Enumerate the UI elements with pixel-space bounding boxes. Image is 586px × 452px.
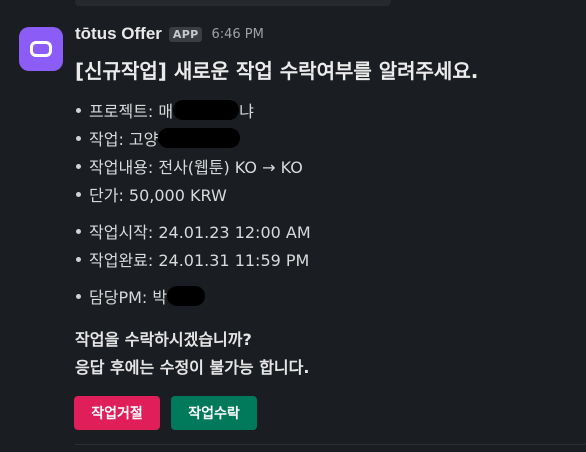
field-content: 작업내용: 전사(웹툰) KO → KO <box>76 155 303 177</box>
confirm-question: 작업을 수락하시겠습니까? <box>75 330 252 349</box>
confirm-notice: 응답 후에는 수정이 불가능 합니다. <box>75 358 310 377</box>
bullet-icon <box>76 228 81 234</box>
app-badge: APP <box>168 26 203 42</box>
field-project: 프로젝트: 매 냐 <box>76 99 254 121</box>
field-end: 작업완료: 24.01.31 11:59 PM <box>76 248 309 270</box>
field-pm: 담당PM: 박 <box>76 285 206 307</box>
app-avatar[interactable] <box>19 27 63 71</box>
field-end-text: 작업완료: 24.01.31 11:59 PM <box>89 251 310 270</box>
message-divider <box>75 444 586 445</box>
field-price: 단가: 50,000 KRW <box>76 183 227 205</box>
field-pm-text: 담당PM: 박 <box>89 288 168 307</box>
field-price-text: 단가: 50,000 KRW <box>89 186 227 205</box>
field-project-text: 프로젝트: 매 <box>89 102 174 121</box>
redaction-mark <box>167 286 206 306</box>
bullet-icon <box>76 191 81 197</box>
redaction-mark <box>173 100 240 120</box>
bullet-icon <box>76 256 81 262</box>
previous-message-edge <box>75 0 391 6</box>
reject-task-button[interactable]: 작업거절 <box>74 396 160 430</box>
field-project-suffix: 냐 <box>239 102 254 121</box>
message-title: [신규작업] 새로운 작업 수락여부를 알려주세요. <box>75 59 479 83</box>
message-header: tōtus Offer APP 6:46 PM <box>75 23 264 45</box>
bullet-icon <box>76 163 81 169</box>
bullet-icon <box>76 293 81 299</box>
redaction-mark <box>158 128 241 148</box>
field-start-text: 작업시작: 24.01.23 12:00 AM <box>89 223 311 242</box>
app-logo-icon <box>30 41 52 57</box>
accept-task-button[interactable]: 작업수락 <box>171 396 257 430</box>
field-task-text: 작업: 고양 <box>89 130 159 149</box>
field-task: 작업: 고양 <box>76 127 241 149</box>
sender-name[interactable]: tōtus Offer <box>75 24 162 44</box>
message-timestamp[interactable]: 6:46 PM <box>211 27 263 42</box>
bullet-icon <box>76 107 81 113</box>
field-content-text: 작업내용: 전사(웹툰) KO → KO <box>89 158 303 177</box>
field-start: 작업시작: 24.01.23 12:00 AM <box>76 220 311 242</box>
bullet-icon <box>76 135 81 141</box>
